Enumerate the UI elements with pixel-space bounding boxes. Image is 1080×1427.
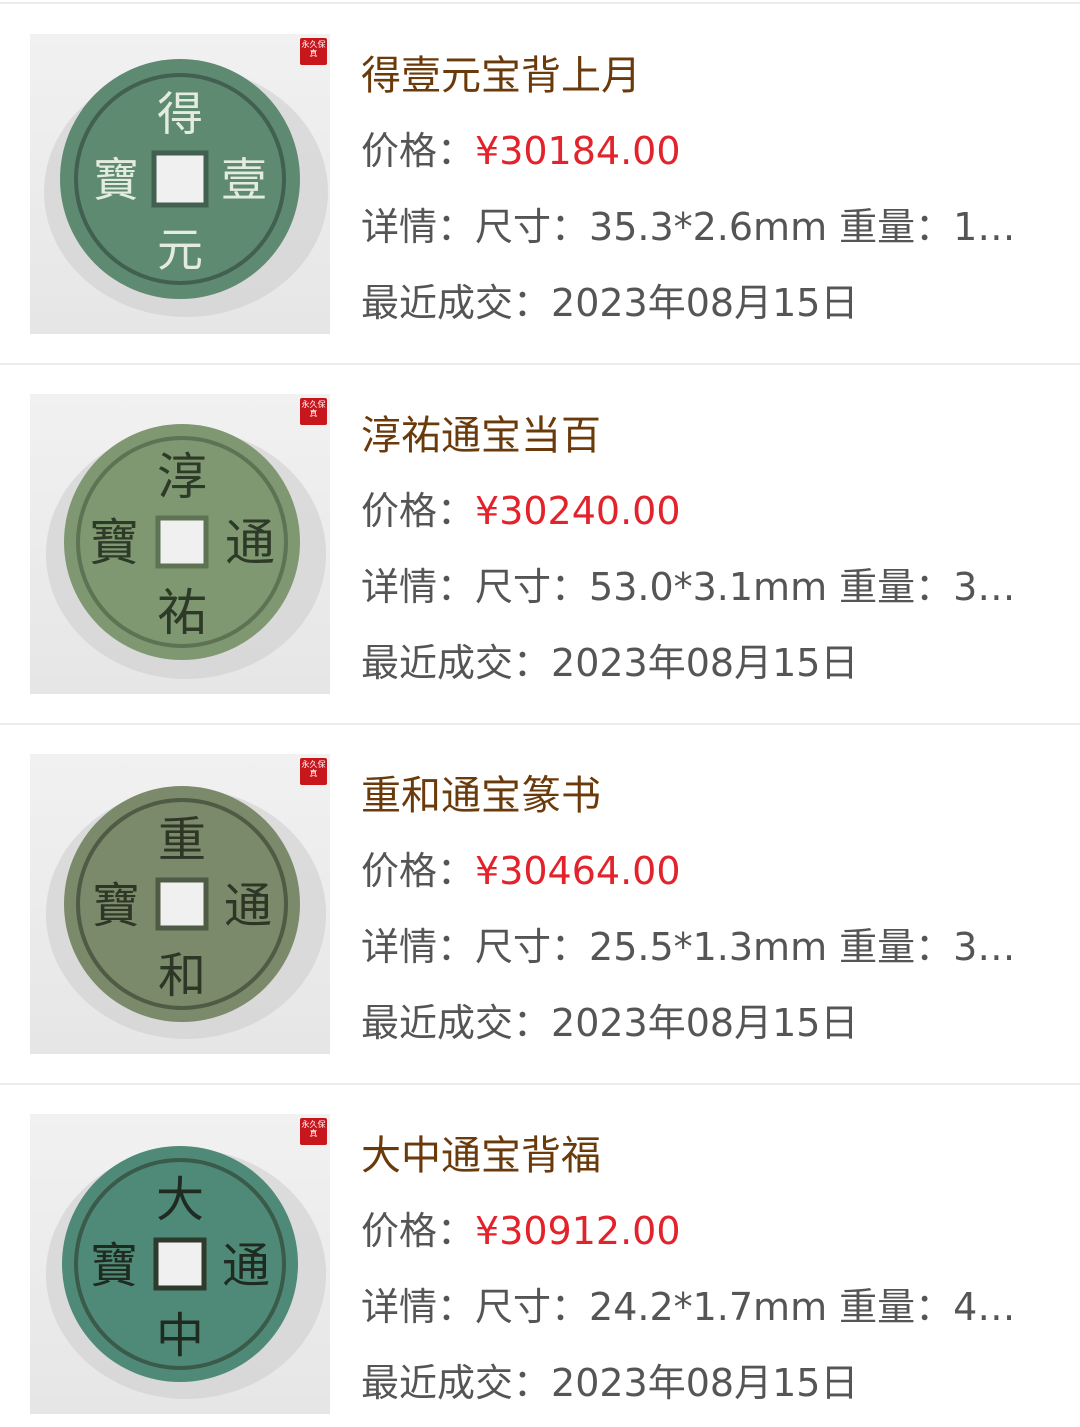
list-item[interactable]: 得 壹 元 寶 永久保真 得壹元宝背上月 价格：¥30184.00 详情：尺寸：… bbox=[0, 34, 1080, 334]
price-row: 价格：¥30464.00 bbox=[361, 846, 1043, 896]
list-item[interactable]: 重 通 和 寶 永久保真 重和通宝篆书 价格：¥30464.00 详情：尺寸：2… bbox=[0, 754, 1080, 1054]
detail-label: 详情： bbox=[361, 925, 476, 969]
coin-char-top: 重 bbox=[158, 812, 206, 868]
coin-char-top: 淳 bbox=[157, 448, 207, 506]
recent-trade-row: 最近成交：2023年08月15日 bbox=[361, 638, 1043, 688]
coin-char-left: 寶 bbox=[89, 514, 139, 572]
authenticity-seal-icon: 永久保真 bbox=[300, 1118, 327, 1145]
item-title[interactable]: 重和通宝篆书 bbox=[361, 770, 601, 822]
detail-value: 尺寸：35.3*2.6mm 重量：1… bbox=[475, 205, 1016, 249]
authenticity-seal-icon: 永久保真 bbox=[300, 758, 327, 785]
list-item[interactable]: 大 通 中 寶 永久保真 大中通宝背福 价格：¥30912.00 详情：尺寸：2… bbox=[0, 1114, 1080, 1414]
price-value: ¥30184.00 bbox=[475, 129, 681, 173]
list-item[interactable]: 淳 通 祐 寶 永久保真 淳祐通宝当百 价格：¥30240.00 详情：尺寸：5… bbox=[0, 394, 1080, 694]
price-value: ¥30240.00 bbox=[475, 489, 681, 533]
coin-image-icon: 重 通 和 寶 bbox=[46, 786, 326, 1039]
price-label: 价格： bbox=[361, 849, 476, 893]
detail-row: 详情：尺寸：24.2*1.7mm 重量：4… bbox=[361, 1282, 1043, 1332]
recent-trade-row: 最近成交：2023年08月15日 bbox=[361, 998, 1043, 1048]
item-info: 重和通宝篆书 价格：¥30464.00 详情：尺寸：25.5*1.3mm 重量：… bbox=[361, 754, 1051, 1054]
recent-trade-label: 最近成交： bbox=[361, 281, 552, 325]
coin-char-left: 寶 bbox=[90, 1238, 138, 1294]
recent-trade-date: 2023年08月15日 bbox=[551, 641, 859, 685]
coin-thumbnail[interactable]: 淳 通 祐 寶 永久保真 bbox=[30, 394, 330, 694]
divider bbox=[0, 363, 1080, 365]
coin-char-bottom: 中 bbox=[156, 1308, 204, 1364]
price-label: 价格： bbox=[361, 489, 476, 533]
coin-image-icon: 大 通 中 寶 bbox=[46, 1146, 326, 1399]
detail-label: 详情： bbox=[361, 1285, 476, 1329]
item-title[interactable]: 得壹元宝背上月 bbox=[361, 50, 641, 102]
coin-char-right: 通 bbox=[224, 878, 272, 934]
price-row: 价格：¥30912.00 bbox=[361, 1206, 1043, 1256]
divider bbox=[0, 723, 1080, 725]
coin-char-bottom: 祐 bbox=[157, 584, 207, 642]
product-list: 得 壹 元 寶 永久保真 得壹元宝背上月 价格：¥30184.00 详情：尺寸：… bbox=[0, 0, 1080, 1427]
coin-char-bottom: 和 bbox=[158, 948, 206, 1004]
recent-trade-label: 最近成交： bbox=[361, 1001, 552, 1045]
item-info: 淳祐通宝当百 价格：¥30240.00 详情：尺寸：53.0*3.1mm 重量：… bbox=[361, 394, 1051, 694]
recent-trade-row: 最近成交：2023年08月15日 bbox=[361, 1358, 1043, 1408]
detail-row: 详情：尺寸：53.0*3.1mm 重量：3… bbox=[361, 562, 1043, 612]
detail-value: 尺寸：24.2*1.7mm 重量：4… bbox=[475, 1285, 1016, 1329]
coin-thumbnail[interactable]: 得 壹 元 寶 永久保真 bbox=[30, 34, 330, 334]
coin-char-top: 大 bbox=[156, 1172, 204, 1228]
coin-image-icon: 得 壹 元 寶 bbox=[44, 59, 328, 317]
divider bbox=[0, 2, 1080, 4]
detail-value: 尺寸：53.0*3.1mm 重量：3… bbox=[475, 565, 1016, 609]
item-title[interactable]: 淳祐通宝当百 bbox=[361, 410, 601, 462]
detail-label: 详情： bbox=[361, 565, 476, 609]
coin-char-bottom: 元 bbox=[157, 223, 203, 277]
price-row: 价格：¥30240.00 bbox=[361, 486, 1043, 536]
recent-trade-date: 2023年08月15日 bbox=[551, 1001, 859, 1045]
price-row: 价格：¥30184.00 bbox=[361, 126, 1043, 176]
price-label: 价格： bbox=[361, 129, 476, 173]
coin-char-right: 通 bbox=[222, 1238, 270, 1294]
price-label: 价格： bbox=[361, 1209, 476, 1253]
coin-char-right: 壹 bbox=[221, 153, 267, 207]
divider bbox=[0, 1083, 1080, 1085]
coin-char-right: 通 bbox=[225, 514, 275, 572]
detail-row: 详情：尺寸：35.3*2.6mm 重量：1… bbox=[361, 202, 1043, 252]
detail-row: 详情：尺寸：25.5*1.3mm 重量：3… bbox=[361, 922, 1043, 972]
price-value: ¥30912.00 bbox=[475, 1209, 681, 1253]
authenticity-seal-icon: 永久保真 bbox=[300, 398, 327, 425]
coin-thumbnail[interactable]: 重 通 和 寶 永久保真 bbox=[30, 754, 330, 1054]
recent-trade-label: 最近成交： bbox=[361, 641, 552, 685]
coin-char-left: 寶 bbox=[93, 153, 139, 207]
recent-trade-label: 最近成交： bbox=[361, 1361, 552, 1405]
coin-image-icon: 淳 通 祐 寶 bbox=[46, 424, 326, 679]
coin-char-left: 寶 bbox=[92, 878, 140, 934]
item-info: 大中通宝背福 价格：¥30912.00 详情：尺寸：24.2*1.7mm 重量：… bbox=[361, 1114, 1051, 1414]
coin-char-top: 得 bbox=[157, 87, 203, 141]
detail-label: 详情： bbox=[361, 205, 476, 249]
recent-trade-row: 最近成交：2023年08月15日 bbox=[361, 278, 1043, 328]
authenticity-seal-icon: 永久保真 bbox=[300, 38, 327, 65]
item-title[interactable]: 大中通宝背福 bbox=[361, 1130, 601, 1182]
recent-trade-date: 2023年08月15日 bbox=[551, 281, 859, 325]
price-value: ¥30464.00 bbox=[475, 849, 681, 893]
item-info: 得壹元宝背上月 价格：¥30184.00 详情：尺寸：35.3*2.6mm 重量… bbox=[361, 34, 1051, 334]
recent-trade-date: 2023年08月15日 bbox=[551, 1361, 859, 1405]
coin-thumbnail[interactable]: 大 通 中 寶 永久保真 bbox=[30, 1114, 330, 1414]
detail-value: 尺寸：25.5*1.3mm 重量：3… bbox=[475, 925, 1016, 969]
